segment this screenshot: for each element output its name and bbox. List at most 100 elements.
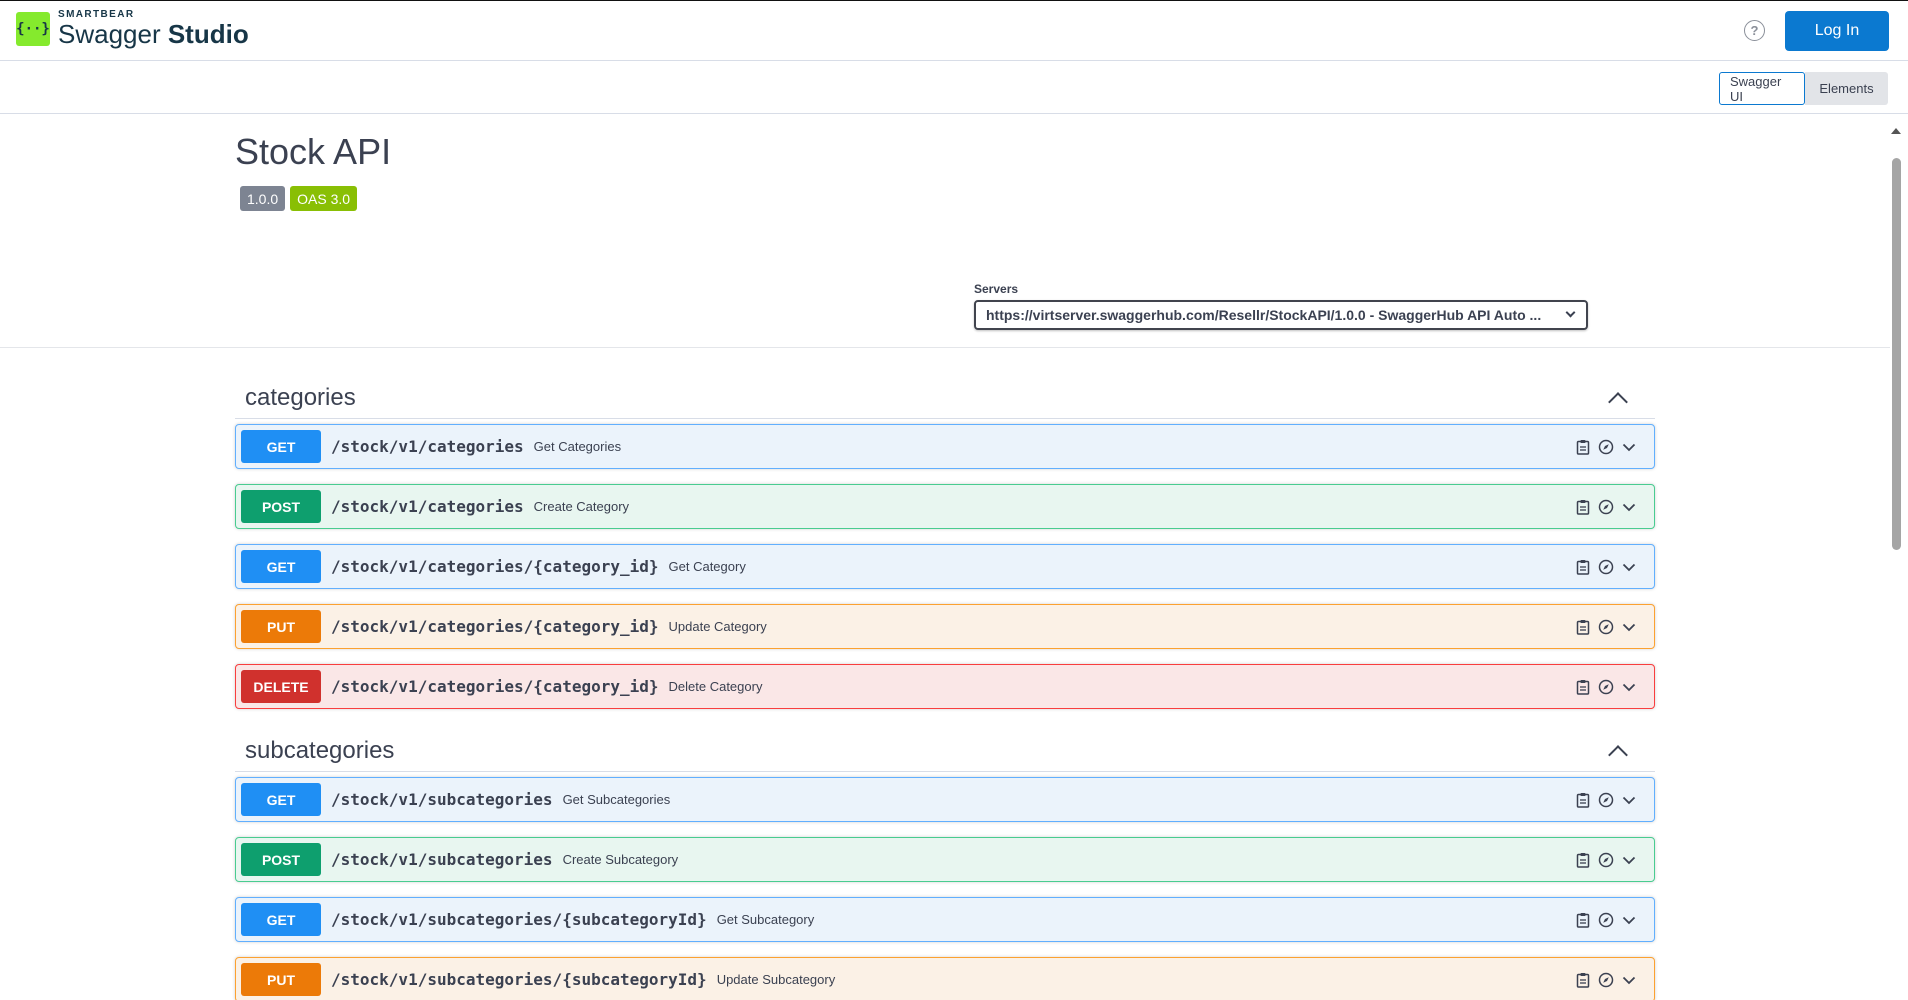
operation-actions: [1569, 618, 1638, 636]
view-toggle: Swagger UI Elements: [1719, 72, 1888, 105]
clipboard-icon[interactable]: [1574, 558, 1592, 576]
operation-summary: Create Category: [533, 499, 630, 514]
chevron-down-icon[interactable]: [1620, 558, 1638, 576]
method-badge: GET: [241, 550, 321, 583]
logo-product-light: Swagger: [58, 19, 168, 49]
chevron-down-icon[interactable]: [1620, 678, 1638, 696]
compass-icon[interactable]: [1597, 851, 1615, 869]
operation-row[interactable]: PUT/stock/v1/categories/{category_id} Upd…: [235, 604, 1655, 649]
tag-header[interactable]: subcategories: [235, 722, 1655, 772]
operation-summary: Get Subcategories: [562, 792, 671, 807]
operation-actions: [1569, 791, 1638, 809]
chevron-up-icon[interactable]: [1608, 392, 1628, 412]
clipboard-icon[interactable]: [1574, 438, 1592, 456]
clipboard-icon[interactable]: [1574, 678, 1592, 696]
chevron-down-icon[interactable]: [1620, 791, 1638, 809]
operation-summary: Create Subcategory: [562, 852, 679, 867]
compass-icon[interactable]: [1597, 618, 1615, 636]
window-edge: [0, 0, 1908, 1]
operation-row[interactable]: GET/stock/v1/categories/{category_id} Get…: [235, 544, 1655, 589]
method-badge: PUT: [241, 963, 321, 996]
compass-icon[interactable]: [1597, 791, 1615, 809]
swagger-ui-toggle-button[interactable]: Swagger UI: [1719, 72, 1805, 105]
operation-row[interactable]: PUT/stock/v1/subcategories/{subcategoryI…: [235, 957, 1655, 1000]
operation-summary: Update Subcategory: [716, 972, 836, 987]
operation-actions: [1569, 438, 1638, 456]
operation-path: /stock/v1/categories/{category_id}: [331, 557, 659, 576]
version-badge: 1.0.0: [240, 186, 286, 211]
servers-select[interactable]: https://virtserver.swaggerhub.com/Resell…: [974, 300, 1588, 330]
method-badge: POST: [241, 490, 321, 523]
operation-path: /stock/v1/categories/{category_id}: [331, 677, 659, 696]
operation-path: /stock/v1/subcategories/{subcategoryId}: [331, 910, 707, 929]
oas-badge: OAS 3.0: [290, 186, 358, 211]
compass-icon[interactable]: [1597, 438, 1615, 456]
clipboard-icon[interactable]: [1574, 851, 1592, 869]
operation-summary: Update Category: [668, 619, 767, 634]
operation-row[interactable]: GET/stock/v1/subcategories/{subcategoryI…: [235, 897, 1655, 942]
compass-icon[interactable]: [1597, 971, 1615, 989]
operation-path: /stock/v1/subcategories/{subcategoryId}: [331, 970, 707, 989]
operation-row[interactable]: POST/stock/v1/subcategories Create Subcat…: [235, 837, 1655, 882]
operation-summary: Get Categories: [533, 439, 622, 454]
chevron-down-icon[interactable]: [1620, 971, 1638, 989]
compass-icon[interactable]: [1597, 678, 1615, 696]
operation-summary: Get Category: [668, 559, 746, 574]
method-badge: GET: [241, 783, 321, 816]
chevron-up-icon[interactable]: [1608, 745, 1628, 765]
operation-row[interactable]: GET/stock/v1/categories Get Categories: [235, 424, 1655, 469]
compass-icon[interactable]: [1597, 558, 1615, 576]
operation-actions: [1569, 851, 1638, 869]
api-title: Stock API: [235, 131, 392, 172]
clipboard-icon[interactable]: [1574, 791, 1592, 809]
logo-wordmark: SMARTBEAR Swagger Studio: [58, 10, 249, 48]
operation-actions: [1569, 911, 1638, 929]
method-badge: PUT: [241, 610, 321, 643]
compass-icon[interactable]: [1597, 911, 1615, 929]
top-navbar: {··} SMARTBEAR Swagger Studio ? Log In: [0, 0, 1908, 61]
clipboard-icon[interactable]: [1574, 911, 1592, 929]
swagger-logo-icon: {··}: [16, 11, 50, 46]
clipboard-icon[interactable]: [1574, 971, 1592, 989]
operation-actions: [1569, 558, 1638, 576]
chevron-down-icon[interactable]: [1620, 498, 1638, 516]
divider: [0, 347, 1890, 348]
operation-row[interactable]: DELETE/stock/v1/categories/{category_id}…: [235, 664, 1655, 709]
elements-toggle-button[interactable]: Elements: [1805, 72, 1888, 105]
operation-path: /stock/v1/subcategories: [331, 790, 553, 809]
operation-summary: Get Subcategory: [716, 912, 815, 927]
chevron-down-icon[interactable]: [1620, 911, 1638, 929]
method-badge: DELETE: [241, 670, 321, 703]
version-badges: 1.0.0 OAS 3.0: [240, 186, 362, 211]
scrollbar-thumb[interactable]: [1892, 158, 1901, 550]
operation-row[interactable]: GET/stock/v1/subcategories Get Subcategor…: [235, 777, 1655, 822]
help-icon[interactable]: ?: [1744, 20, 1765, 41]
chevron-down-icon[interactable]: [1620, 851, 1638, 869]
operation-path: /stock/v1/categories/{category_id}: [331, 617, 659, 636]
login-button[interactable]: Log In: [1785, 11, 1889, 51]
compass-icon[interactable]: [1597, 498, 1615, 516]
operation-actions: [1569, 971, 1638, 989]
swagger-studio-logo[interactable]: {··} SMARTBEAR Swagger Studio: [16, 10, 249, 47]
operation-summary: Delete Category: [668, 679, 763, 694]
view-toolbar: Swagger UI Elements: [0, 61, 1908, 114]
tag-name: categories: [245, 384, 356, 411]
tag-section-categories: categories GET/stock/v1/categories Get Cat…: [235, 369, 1655, 709]
operation-actions: [1569, 678, 1638, 696]
clipboard-icon[interactable]: [1574, 498, 1592, 516]
tag-header[interactable]: categories: [235, 369, 1655, 419]
scroll-up-arrow-icon[interactable]: [1891, 128, 1901, 134]
clipboard-icon[interactable]: [1574, 618, 1592, 636]
servers-section: Servers https://virtserver.swaggerhub.co…: [974, 282, 1588, 330]
chevron-down-icon[interactable]: [1620, 438, 1638, 456]
tag-name: subcategories: [245, 737, 395, 764]
servers-selected-value: https://virtserver.swaggerhub.com/Resell…: [986, 307, 1542, 323]
operation-actions: [1569, 498, 1638, 516]
operation-row[interactable]: POST/stock/v1/categories Create Category: [235, 484, 1655, 529]
operation-path: /stock/v1/subcategories: [331, 850, 553, 869]
method-badge: GET: [241, 903, 321, 936]
servers-label: Servers: [974, 282, 1019, 296]
chevron-down-icon: [1565, 307, 1576, 318]
logo-product: Swagger Studio: [58, 21, 249, 47]
chevron-down-icon[interactable]: [1620, 618, 1638, 636]
